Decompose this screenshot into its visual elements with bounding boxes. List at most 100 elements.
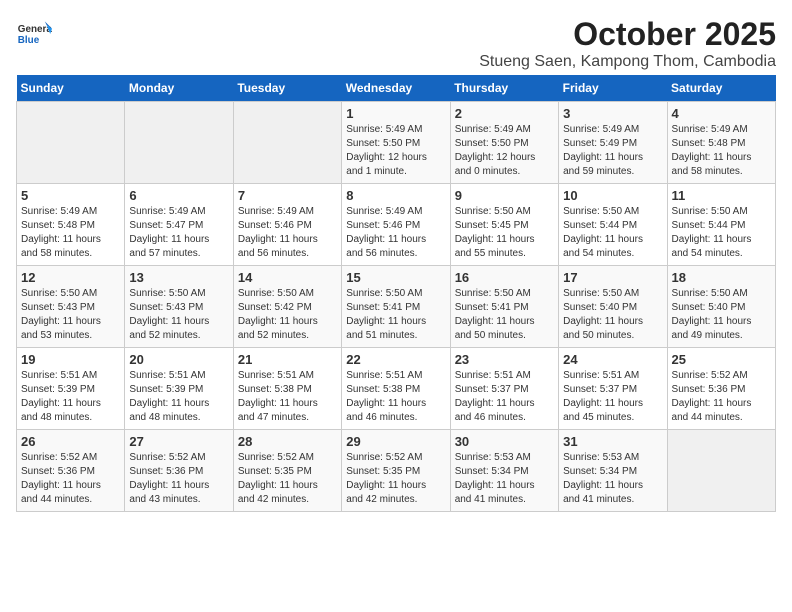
calendar-cell: 10 Sunrise: 5:50 AM Sunset: 5:44 PM Dayli… — [559, 184, 667, 266]
day-info: Sunrise: 5:49 AM Sunset: 5:48 PM Dayligh… — [21, 205, 120, 261]
day-info: Sunrise: 5:50 AM Sunset: 5:42 PM Dayligh… — [238, 287, 337, 343]
calendar-cell: 21 Sunrise: 5:51 AM Sunset: 5:38 PM Dayli… — [233, 348, 341, 430]
day-info: Sunrise: 5:50 AM Sunset: 5:40 PM Dayligh… — [563, 287, 662, 343]
day-info: Sunrise: 5:52 AM Sunset: 5:35 PM Dayligh… — [346, 451, 445, 507]
calendar-cell: 1 Sunrise: 5:49 AM Sunset: 5:50 PM Daylig… — [342, 102, 450, 184]
header-day-wednesday: Wednesday — [342, 75, 450, 102]
day-info: Sunrise: 5:51 AM Sunset: 5:38 PM Dayligh… — [238, 369, 337, 425]
day-info: Sunrise: 5:51 AM Sunset: 5:39 PM Dayligh… — [21, 369, 120, 425]
day-info: Sunrise: 5:51 AM Sunset: 5:37 PM Dayligh… — [455, 369, 554, 425]
day-number: 24 — [563, 352, 662, 367]
day-number: 22 — [346, 352, 445, 367]
logo: General Blue — [16, 16, 52, 52]
day-info: Sunrise: 5:52 AM Sunset: 5:36 PM Dayligh… — [21, 451, 120, 507]
day-info: Sunrise: 5:49 AM Sunset: 5:50 PM Dayligh… — [455, 123, 554, 179]
calendar-cell: 8Sunrise: 5:49 AM Sunset: 5:46 PM Daylig… — [342, 184, 450, 266]
calendar-table: SundayMondayTuesdayWednesdayThursdayFrid… — [16, 75, 776, 512]
calendar-week-3: 12Sunrise: 5:50 AM Sunset: 5:43 PM Dayli… — [17, 266, 776, 348]
calendar-cell: 27 Sunrise: 5:52 AM Sunset: 5:36 PM Dayli… — [125, 430, 233, 512]
day-info: Sunrise: 5:51 AM Sunset: 5:37 PM Dayligh… — [563, 369, 662, 425]
calendar-week-2: 5 Sunrise: 5:49 AM Sunset: 5:48 PM Daylig… — [17, 184, 776, 266]
calendar-cell: 23Sunrise: 5:51 AM Sunset: 5:37 PM Dayli… — [450, 348, 558, 430]
calendar-cell: 6 Sunrise: 5:49 AM Sunset: 5:47 PM Daylig… — [125, 184, 233, 266]
day-number: 4 — [672, 106, 771, 121]
calendar-cell: 3Sunrise: 5:49 AM Sunset: 5:49 PM Daylig… — [559, 102, 667, 184]
calendar-cell: 18Sunrise: 5:50 AM Sunset: 5:40 PM Dayli… — [667, 266, 775, 348]
day-number: 13 — [129, 270, 228, 285]
day-info: Sunrise: 5:50 AM Sunset: 5:45 PM Dayligh… — [455, 205, 554, 261]
day-number: 3 — [563, 106, 662, 121]
calendar-cell: 26 Sunrise: 5:52 AM Sunset: 5:36 PM Dayli… — [17, 430, 125, 512]
location-title: Stueng Saen, Kampong Thom, Cambodia — [479, 53, 776, 71]
svg-text:Blue: Blue — [18, 35, 40, 46]
day-number: 16 — [455, 270, 554, 285]
day-info: Sunrise: 5:49 AM Sunset: 5:50 PM Dayligh… — [346, 123, 445, 179]
day-number: 27 — [129, 434, 228, 449]
day-number: 15 — [346, 270, 445, 285]
day-number: 31 — [563, 434, 662, 449]
header-day-friday: Friday — [559, 75, 667, 102]
day-number: 21 — [238, 352, 337, 367]
calendar-cell: 16 Sunrise: 5:50 AM Sunset: 5:41 PM Dayli… — [450, 266, 558, 348]
day-number: 6 — [129, 188, 228, 203]
calendar-header-row: SundayMondayTuesdayWednesdayThursdayFrid… — [17, 75, 776, 102]
day-info: Sunrise: 5:49 AM Sunset: 5:46 PM Dayligh… — [346, 205, 445, 261]
header-day-tuesday: Tuesday — [233, 75, 341, 102]
day-info: Sunrise: 5:52 AM Sunset: 5:36 PM Dayligh… — [129, 451, 228, 507]
day-number: 14 — [238, 270, 337, 285]
calendar-cell: 22 Sunrise: 5:51 AM Sunset: 5:38 PM Dayli… — [342, 348, 450, 430]
day-info: Sunrise: 5:49 AM Sunset: 5:47 PM Dayligh… — [129, 205, 228, 261]
day-number: 10 — [563, 188, 662, 203]
header-day-saturday: Saturday — [667, 75, 775, 102]
day-number: 25 — [672, 352, 771, 367]
calendar-cell: 25 Sunrise: 5:52 AM Sunset: 5:36 PM Dayli… — [667, 348, 775, 430]
calendar-cell — [125, 102, 233, 184]
day-number: 7 — [238, 188, 337, 203]
day-number: 19 — [21, 352, 120, 367]
calendar-cell: 29 Sunrise: 5:52 AM Sunset: 5:35 PM Dayli… — [342, 430, 450, 512]
day-number: 26 — [21, 434, 120, 449]
page-header: General Blue October 2025 Stueng Saen, K… — [16, 16, 776, 71]
calendar-cell: 11Sunrise: 5:50 AM Sunset: 5:44 PM Dayli… — [667, 184, 775, 266]
day-number: 9 — [455, 188, 554, 203]
day-number: 29 — [346, 434, 445, 449]
day-number: 17 — [563, 270, 662, 285]
day-info: Sunrise: 5:53 AM Sunset: 5:34 PM Dayligh… — [563, 451, 662, 507]
day-info: Sunrise: 5:49 AM Sunset: 5:48 PM Dayligh… — [672, 123, 771, 179]
day-info: Sunrise: 5:52 AM Sunset: 5:36 PM Dayligh… — [672, 369, 771, 425]
calendar-week-1: 1 Sunrise: 5:49 AM Sunset: 5:50 PM Daylig… — [17, 102, 776, 184]
svg-text:General: General — [18, 24, 52, 35]
calendar-cell: 4 Sunrise: 5:49 AM Sunset: 5:48 PM Daylig… — [667, 102, 775, 184]
calendar-cell: 14 Sunrise: 5:50 AM Sunset: 5:42 PM Dayli… — [233, 266, 341, 348]
day-number: 30 — [455, 434, 554, 449]
calendar-cell: 30Sunrise: 5:53 AM Sunset: 5:34 PM Dayli… — [450, 430, 558, 512]
day-info: Sunrise: 5:50 AM Sunset: 5:43 PM Dayligh… — [129, 287, 228, 343]
calendar-cell: 2Sunrise: 5:49 AM Sunset: 5:50 PM Daylig… — [450, 102, 558, 184]
day-info: Sunrise: 5:50 AM Sunset: 5:41 PM Dayligh… — [346, 287, 445, 343]
calendar-cell: 15 Sunrise: 5:50 AM Sunset: 5:41 PM Dayli… — [342, 266, 450, 348]
day-number: 20 — [129, 352, 228, 367]
day-info: Sunrise: 5:50 AM Sunset: 5:41 PM Dayligh… — [455, 287, 554, 343]
day-number: 1 — [346, 106, 445, 121]
header-day-thursday: Thursday — [450, 75, 558, 102]
calendar-cell: 12Sunrise: 5:50 AM Sunset: 5:43 PM Dayli… — [17, 266, 125, 348]
day-number: 5 — [21, 188, 120, 203]
calendar-cell: 28Sunrise: 5:52 AM Sunset: 5:35 PM Dayli… — [233, 430, 341, 512]
calendar-cell: 24 Sunrise: 5:51 AM Sunset: 5:37 PM Dayli… — [559, 348, 667, 430]
day-info: Sunrise: 5:50 AM Sunset: 5:44 PM Dayligh… — [563, 205, 662, 261]
month-title: October 2025 — [479, 16, 776, 53]
calendar-cell: 9 Sunrise: 5:50 AM Sunset: 5:45 PM Daylig… — [450, 184, 558, 266]
calendar-cell: 20Sunrise: 5:51 AM Sunset: 5:39 PM Dayli… — [125, 348, 233, 430]
day-info: Sunrise: 5:50 AM Sunset: 5:40 PM Dayligh… — [672, 287, 771, 343]
calendar-cell — [233, 102, 341, 184]
calendar-cell: 31 Sunrise: 5:53 AM Sunset: 5:34 PM Dayli… — [559, 430, 667, 512]
calendar-cell — [17, 102, 125, 184]
calendar-cell: 7Sunrise: 5:49 AM Sunset: 5:46 PM Daylig… — [233, 184, 341, 266]
day-info: Sunrise: 5:51 AM Sunset: 5:38 PM Dayligh… — [346, 369, 445, 425]
day-info: Sunrise: 5:52 AM Sunset: 5:35 PM Dayligh… — [238, 451, 337, 507]
day-number: 11 — [672, 188, 771, 203]
logo-icon: General Blue — [16, 16, 52, 52]
calendar-cell: 19 Sunrise: 5:51 AM Sunset: 5:39 PM Dayli… — [17, 348, 125, 430]
header-day-monday: Monday — [125, 75, 233, 102]
calendar-cell: 17 Sunrise: 5:50 AM Sunset: 5:40 PM Dayli… — [559, 266, 667, 348]
